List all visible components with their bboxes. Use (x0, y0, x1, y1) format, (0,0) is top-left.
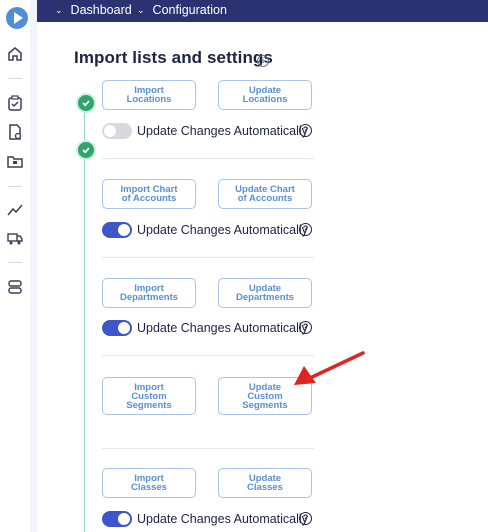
section-divider (102, 257, 314, 258)
annotation-arrow-icon (294, 351, 365, 385)
auto-update-label: Update Changes Automatically (137, 223, 308, 237)
clipboard-check-icon[interactable] (6, 94, 24, 112)
auto-update-toggle-departments[interactable] (102, 320, 132, 336)
auto-update-label: Update Changes Automatically (137, 321, 308, 335)
auto-update-label: Update Changes Automatically (137, 124, 308, 138)
auto-update-toggle-locations[interactable] (102, 123, 132, 139)
sidebar-divider (8, 186, 22, 187)
help-icon[interactable]: ? (299, 223, 312, 236)
auto-update-toggle-accounts[interactable] (102, 222, 132, 238)
update-classes-button[interactable]: Update Classes (218, 468, 312, 498)
sidebar-divider (8, 78, 22, 79)
toggle-knob (118, 322, 130, 334)
page-title: Import lists and settings (74, 48, 273, 67)
auto-update-label: Update Changes Automatically (137, 512, 308, 526)
section-divider (102, 158, 314, 159)
chevron-down-icon: ⌄ (55, 4, 63, 15)
folder-icon[interactable] (6, 152, 24, 170)
top-navigation-bar: ⌄ Dashboard ⌄ Configuration (37, 0, 488, 22)
check-icon (76, 93, 96, 113)
toggle-knob (104, 125, 116, 137)
info-icon[interactable]: i (257, 55, 269, 67)
import-departments-button[interactable]: Import Departments (102, 278, 196, 308)
sidebar-divider (8, 262, 22, 263)
help-icon[interactable]: ? (299, 321, 312, 334)
help-icon[interactable]: ? (299, 512, 312, 525)
nav-configuration[interactable]: ⌄ Configuration (137, 3, 227, 17)
chevron-down-icon: ⌄ (137, 4, 145, 15)
truck-icon[interactable] (6, 229, 24, 247)
update-departments-button[interactable]: Update Departments (218, 278, 312, 308)
app-logo[interactable] (6, 7, 28, 29)
server-icon[interactable] (6, 278, 24, 296)
sidebar (0, 0, 30, 532)
toggle-knob (118, 513, 130, 525)
import-locations-button[interactable]: Import Locations (102, 80, 196, 110)
check-icon (76, 140, 96, 160)
home-icon[interactable] (6, 45, 24, 63)
update-chart-of-accounts-button[interactable]: Update Chart of Accounts (218, 179, 312, 209)
chart-icon[interactable] (6, 200, 24, 218)
nav-dashboard[interactable]: ⌄ Dashboard (55, 3, 132, 17)
auto-update-toggle-classes[interactable] (102, 511, 132, 527)
import-chart-of-accounts-button[interactable]: Import Chart of Accounts (102, 179, 196, 209)
section-divider (102, 448, 314, 449)
update-locations-button[interactable]: Update Locations (218, 80, 312, 110)
section-divider (102, 355, 314, 356)
document-settings-icon[interactable] (6, 123, 24, 141)
toggle-knob (118, 224, 130, 236)
import-custom-segments-button[interactable]: Import Custom Segments (102, 377, 196, 415)
help-icon[interactable]: ? (299, 124, 312, 137)
nav-dashboard-label: Dashboard (70, 3, 132, 17)
import-classes-button[interactable]: Import Classes (102, 468, 196, 498)
progress-timeline (84, 102, 85, 532)
nav-configuration-label: Configuration (152, 3, 227, 17)
